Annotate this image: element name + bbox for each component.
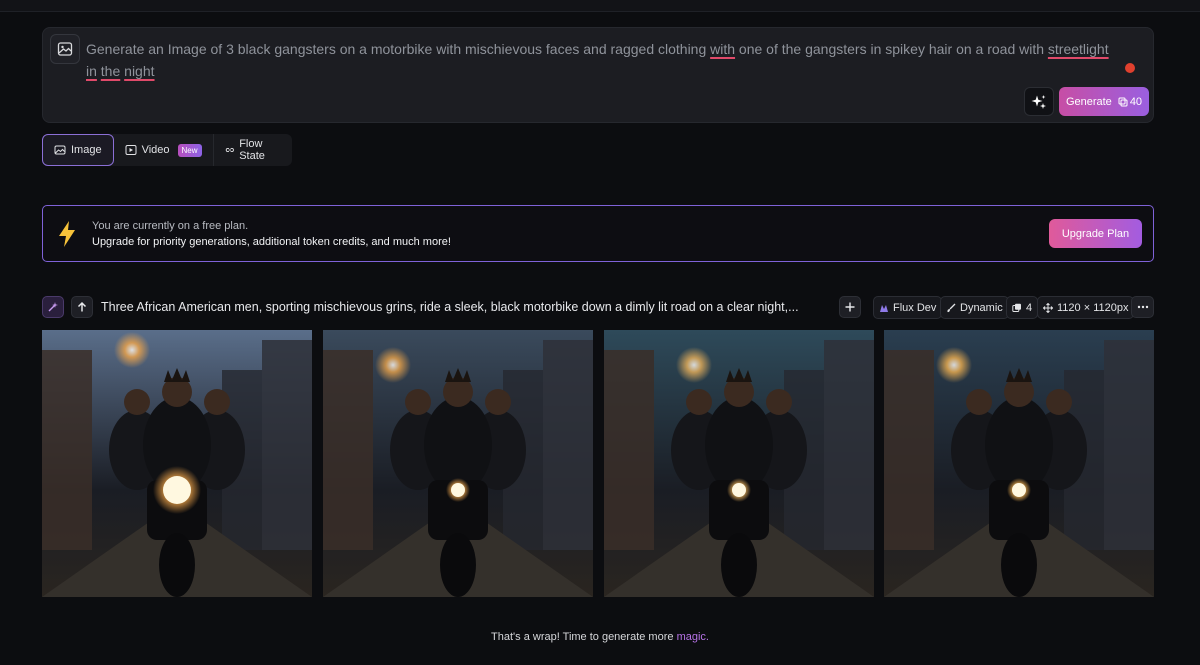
add-button[interactable] [839,296,861,318]
tab-video[interactable]: Video New [114,134,214,166]
prompt-segment: Generate an Image of 3 black gangsters o… [86,41,711,57]
tab-flow-state[interactable]: Flow State [214,134,292,166]
size-chip[interactable]: 1120 × 1120px [1037,296,1135,319]
model-label: Flux Dev [893,301,937,314]
upgrade-plan-button[interactable]: Upgrade Plan [1049,219,1142,248]
model-chip[interactable]: Flux Dev [873,296,943,319]
size-label: 1120 × 1120px [1057,301,1129,314]
images-icon [1012,303,1021,312]
enhance-prompt-button[interactable] [1024,87,1054,116]
tab-video-label: Video [141,144,170,156]
style-label: Dynamic [960,301,1003,314]
plus-icon [845,302,855,312]
token-icon [1118,97,1128,106]
ellipsis-icon [1137,305,1148,309]
tab-flow-state-label: Flow State [239,138,265,162]
footer-magic-link[interactable]: magic. [677,631,709,643]
misspelled-word: streetlight [1047,41,1109,57]
footer-message: That's a wrap! Time to generate more mag… [0,631,1200,643]
tab-image-label: Image [71,144,102,156]
image-count-label: 4 [1026,301,1033,314]
arrow-up-icon [77,301,87,312]
mode-tabs: Image Video New Flow State [42,134,292,166]
misspelled-word: with [710,41,736,57]
prompt-box[interactable]: Generate an Image of 3 black gangsters o… [42,27,1154,123]
record-indicator-icon [1125,63,1135,73]
new-badge: New [177,143,202,157]
prompt-textarea[interactable]: Generate an Image of 3 black gangsters o… [86,38,1116,82]
move-icon [1043,302,1053,313]
token-cost: 40 [1118,96,1142,108]
image-prompt-icon[interactable] [50,34,80,64]
generate-label: Generate [1065,95,1112,108]
lightning-icon [56,220,78,253]
model-badge-button[interactable] [42,296,64,318]
generated-image-2[interactable] [323,330,593,597]
generated-image-3[interactable] [604,330,874,597]
style-chip[interactable]: Dynamic [940,296,1009,319]
banner-line-2: Upgrade for priority generations, additi… [92,236,451,248]
banner-line-1: You are currently on a free plan. [92,220,249,232]
tab-image[interactable]: Image [42,134,114,166]
generate-button[interactable]: Generate 40 [1059,87,1149,116]
generated-image-1[interactable] [42,330,312,597]
prompt-segment: one of the gangsters in spikey hair on a… [735,41,1048,57]
sparkle-icon [1031,94,1046,109]
misspelled-word: in [86,63,97,79]
image-icon [54,145,66,155]
video-icon [125,145,137,155]
generation-header: Three African American men, sporting mis… [42,296,1154,320]
brush-icon [947,303,956,312]
magic-wand-icon [48,302,58,312]
token-cost-value: 40 [1129,95,1143,108]
misspelled-word: night [124,63,155,79]
image-count-chip[interactable]: 4 [1006,296,1039,319]
more-options-button[interactable] [1131,296,1154,318]
link-icon [225,147,234,153]
free-plan-banner: You are currently on a free plan. Upgrad… [42,205,1154,262]
footer-text: That's a wrap! Time to generate more [491,631,677,643]
misspelled-word: the [100,63,121,79]
generated-image-4[interactable] [884,330,1154,597]
reuse-prompt-button[interactable] [71,296,93,318]
model-icon [880,304,888,312]
generation-prompt: Three African American men, sporting mis… [101,300,799,314]
top-bar [0,0,1200,12]
